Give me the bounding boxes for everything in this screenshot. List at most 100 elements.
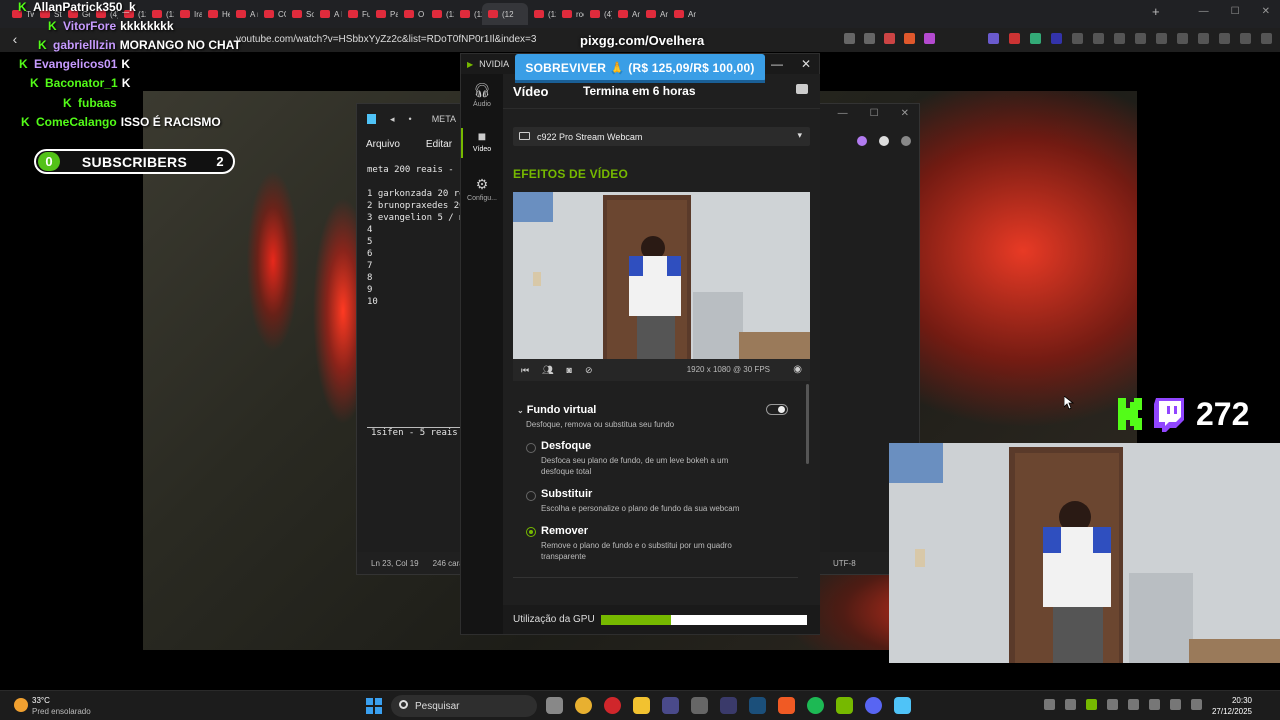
sidebar-item-video[interactable]: ■ Vídeo [461,128,503,158]
nvidia-broadcast-icon[interactable] [836,697,853,714]
browser-tab[interactable]: An [640,3,668,25]
sidebar-icon[interactable] [1177,33,1188,44]
app-icon-5[interactable] [662,697,679,714]
browser-tab[interactable]: He [202,3,230,25]
network-icon[interactable] [1170,699,1181,710]
browser-tab[interactable]: Ira [174,3,202,25]
wallet-icon[interactable] [1198,33,1209,44]
extension-icon-6[interactable] [1093,33,1104,44]
url-field[interactable]: youtube.com/watch?v=HSbbxYyZz2c&list=RDo… [236,34,536,45]
notepad-minimize-button[interactable]: — [838,108,848,119]
brave-shield-icon[interactable] [904,33,915,44]
browser-tab[interactable]: So [286,3,314,25]
notepad-icon[interactable] [894,697,911,714]
browser-tab[interactable]: O I [398,3,426,25]
start-button[interactable] [366,698,382,714]
menu-arquivo[interactable]: Arquivo [366,139,400,150]
tab-prev-icon[interactable]: ◂ [390,114,395,125]
extension-icon-3[interactable] [1030,33,1041,44]
scrollbar[interactable] [806,384,809,464]
browser-tab[interactable]: (12 [454,3,482,25]
discord-icon[interactable] [865,697,882,714]
radio-remover[interactable] [526,527,536,537]
brave-icon[interactable] [778,697,795,714]
browser-tab[interactable]: CO [258,3,286,25]
option-desfoque-title[interactable]: Desfoque [541,440,591,452]
app-icon-6[interactable] [691,697,708,714]
browser-tab[interactable]: A r [230,3,258,25]
browser-tab[interactable]: (4) [584,3,612,25]
browser-tab[interactable]: (12 [528,3,556,25]
microphone-icon[interactable] [1149,699,1160,710]
steam-icon[interactable] [749,697,766,714]
notepad-text[interactable]: meta 200 reais - 1 1 garkonzada 20 re 2 … [367,164,465,308]
option-substituir-title[interactable]: Substituir [541,488,592,500]
minimize-button[interactable]: — [1199,6,1209,17]
sidebar-item-settings[interactable]: ⚙ Configu... [461,176,503,202]
tray-app-icon-1[interactable] [1065,699,1076,710]
task-view-icon[interactable] [546,697,563,714]
browser-tab[interactable]: An [612,3,640,25]
puzzle-icon[interactable] [1114,33,1125,44]
browser-tab[interactable]: Pac [370,3,398,25]
weather-widget[interactable]: 33°C Pred ensolarado [14,695,91,717]
browser-tab[interactable]: (12 [426,3,454,25]
vpn-icon[interactable] [1240,33,1251,44]
app-icon-7[interactable] [720,697,737,714]
opera-icon[interactable] [604,697,621,714]
skip-back-icon[interactable]: ⏮ [521,365,529,376]
new-tab-button[interactable]: + [1152,4,1160,19]
browser-tab[interactable]: (12 [482,3,528,25]
tray-app-icon-2[interactable] [1086,699,1097,710]
extension-icon-2[interactable] [1009,33,1020,44]
notepad-tab[interactable]: META [432,114,456,124]
option-remover-title[interactable]: Remover [541,525,588,537]
resolution-select[interactable]: 1920 x 1080 @ 30 FPS [687,365,770,374]
clock[interactable]: 20:30 27/12/2025 [1212,695,1252,717]
camera-select[interactable]: c922 Pro Stream Webcam ▾ [513,127,810,146]
radio-substituir[interactable] [526,491,536,501]
extension-icon-4[interactable] [1051,33,1062,44]
browser-tab[interactable]: A P [314,3,342,25]
feedback-icon[interactable] [796,84,808,94]
file-explorer-icon[interactable] [633,697,650,714]
nvidia-close-button[interactable]: ✕ [801,57,811,71]
tray-chevron-icon[interactable] [1044,699,1055,710]
bookmark-icon[interactable] [884,33,895,44]
chrome-icon[interactable] [575,697,592,714]
screenshot-icon[interactable] [1135,33,1146,44]
share-icon[interactable] [864,33,875,44]
extension-icon-5[interactable] [1072,33,1083,44]
triangle-rewards-icon[interactable] [924,33,935,44]
music-icon[interactable] [1156,33,1167,44]
menu-icon[interactable] [1261,33,1272,44]
eye-icon[interactable]: ◉ [793,364,802,375]
virtual-background-toggle[interactable] [766,404,788,415]
extension-icon-1[interactable] [988,33,999,44]
settings-gear-icon[interactable] [901,136,911,146]
copilot-icon[interactable] [857,136,867,146]
volume-icon[interactable] [1191,699,1202,710]
snapshot-icon[interactable]: ◙ [567,365,572,375]
spotify-icon[interactable] [807,697,824,714]
account-icon[interactable] [879,136,889,146]
virtual-background-header[interactable]: ⌄ Fundo virtual [517,404,596,416]
notepad-bottom-line[interactable]: 1sifen - 5 reais [371,428,458,438]
nvidia-minimize-button[interactable]: — [771,57,783,71]
browser-tab[interactable]: Fui [342,3,370,25]
menu-editar[interactable]: Editar [426,139,452,150]
people-icon[interactable]: 👥︎ [542,365,553,376]
tray-app-icon-3[interactable] [1107,699,1118,710]
close-button[interactable]: ✕ [1262,6,1270,17]
maximize-button[interactable]: ☐ [1231,6,1240,17]
notepad-close-button[interactable]: ✕ [901,108,909,119]
radio-desfoque[interactable] [526,443,536,453]
leo-icon[interactable] [1219,33,1230,44]
browser-tab[interactable]: roc [556,3,584,25]
tray-app-icon-4[interactable] [1128,699,1139,710]
notepad-maximize-button[interactable]: ☐ [870,108,879,119]
sidebar-item-audio[interactable]: 🎧︎ Áudio [461,82,503,108]
browser-tab[interactable]: An [668,3,696,25]
hide-preview-icon[interactable]: ⊘ [585,365,593,376]
taskbar-search[interactable]: Pesquisar [391,695,537,717]
